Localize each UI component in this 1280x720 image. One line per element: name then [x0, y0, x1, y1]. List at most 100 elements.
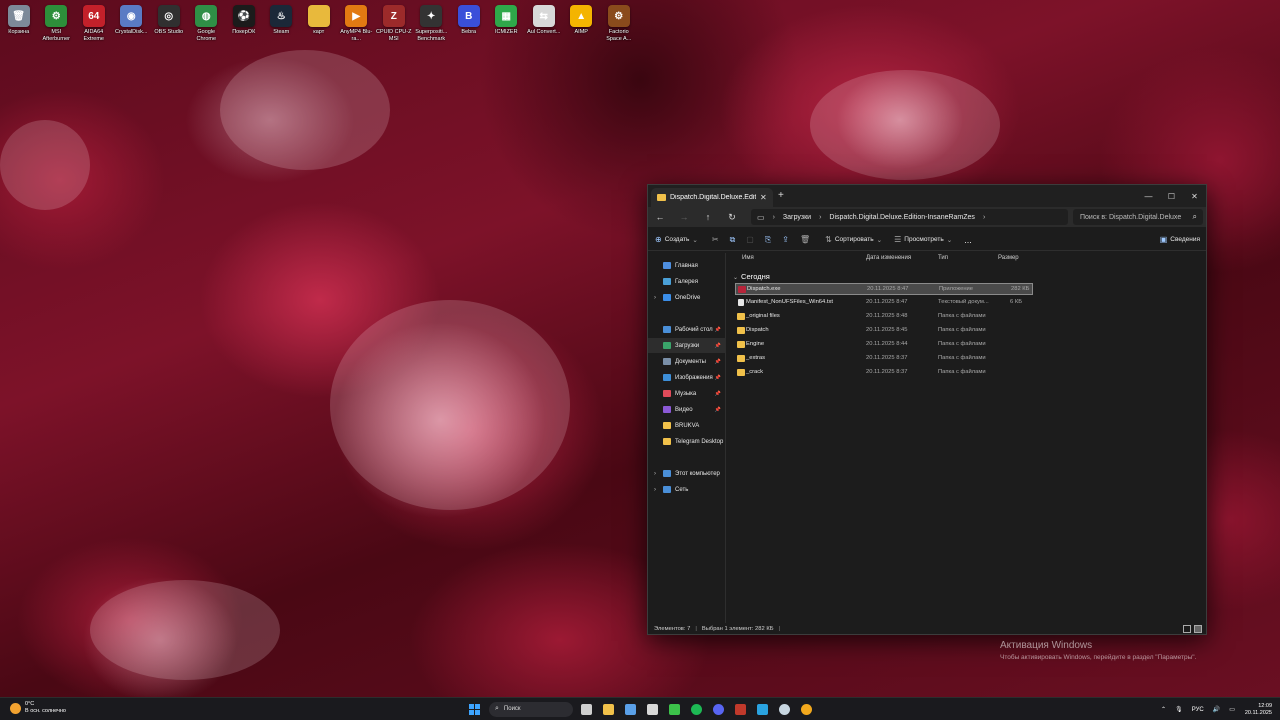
downloads-icon: [663, 342, 671, 349]
sidebar-item[interactable]: Загрузки 📌: [648, 338, 726, 353]
chevron-right-icon[interactable]: ›: [651, 487, 659, 493]
download-app-icon[interactable]: [665, 700, 683, 718]
delete-button[interactable]: 🗑: [800, 235, 813, 244]
sidebar-item[interactable]: Музыка 📌: [648, 386, 726, 401]
desktop-icon[interactable]: 🗑 Корзина: [0, 2, 38, 48]
back-arrow-icon[interactable]: ←: [648, 212, 672, 222]
chevron-right-icon[interactable]: ›: [651, 295, 659, 301]
group-header-today[interactable]: ⌄ Сегодня: [733, 272, 770, 281]
sidebar-item[interactable]: Главная: [648, 258, 726, 273]
spotify-icon[interactable]: [687, 700, 705, 718]
column-header-modified[interactable]: Дата изменения: [866, 255, 911, 261]
desktop-icon[interactable]: ▶ AnyMP4 Blu-ra...: [338, 2, 376, 48]
file-row[interactable]: _extras 20.11.2025 8:37 Папка с файлами: [735, 353, 1033, 365]
maximize-button[interactable]: ☐: [1160, 185, 1183, 207]
tiles-view-icon[interactable]: [1194, 625, 1202, 633]
desktop-icon[interactable]: ◎ OBS Studio: [150, 2, 188, 48]
details-button[interactable]: ▣ Сведения: [1160, 235, 1200, 244]
share-button[interactable]: ⇪: [782, 235, 792, 244]
desktop-icon[interactable]: ✦ Superpositi... Benchmark: [413, 2, 451, 48]
cut-button[interactable]: ✂: [712, 235, 722, 244]
search-input[interactable]: Поиск в: Dispatch.Digital.Deluxe ⌕: [1073, 209, 1203, 225]
sidebar-item[interactable]: › Этот компьютер: [648, 466, 726, 481]
discord-icon[interactable]: [709, 700, 727, 718]
language-indicator[interactable]: РУС: [1192, 707, 1204, 713]
chrome-icon[interactable]: [797, 700, 815, 718]
steam-icon[interactable]: [775, 700, 793, 718]
sort-button[interactable]: ⇅ Сортировать ⌄: [825, 235, 882, 244]
minimize-button[interactable]: —: [1137, 185, 1160, 207]
desktop-icon[interactable]: ⚙ MSI Afterburner: [38, 2, 76, 48]
windows-start-icon[interactable]: [465, 700, 483, 718]
file-explorer-icon[interactable]: [599, 700, 617, 718]
sort-icon: ⇅: [825, 235, 832, 244]
column-header-size[interactable]: Размер: [998, 255, 1019, 261]
file-name: Dispatch.exe: [747, 286, 781, 292]
chevron-up-icon[interactable]: ⌃: [1161, 706, 1166, 713]
explorer-tab[interactable]: Dispatch.Digital.Deluxe.Edition ✕: [651, 188, 773, 207]
sidebar-item[interactable]: Рабочий стол 📌: [648, 322, 726, 337]
microphone-icon[interactable]: 🎙: [1175, 706, 1183, 713]
search-placeholder: Поиск в: Dispatch.Digital.Deluxe: [1080, 213, 1182, 221]
desktop-icon[interactable]: карт: [300, 2, 338, 48]
address-bar[interactable]: ▭ › Загрузки › Dispatch.Digital.Deluxe.E…: [751, 209, 1068, 225]
telegram-icon[interactable]: [753, 700, 771, 718]
sidebar-item[interactable]: Документы 📌: [648, 354, 726, 369]
details-view-icon[interactable]: [1183, 625, 1191, 633]
weather-widget[interactable]: 0°C В осн. солнечно: [10, 701, 66, 715]
close-tab-icon[interactable]: ✕: [760, 193, 767, 202]
speaker-icon[interactable]: 🔊: [1213, 706, 1220, 713]
this-pc-icon: [663, 470, 671, 477]
close-button[interactable]: ✕: [1183, 185, 1206, 207]
chevron-right-icon[interactable]: ›: [651, 471, 659, 477]
refresh-icon[interactable]: ↻: [720, 212, 744, 223]
file-row[interactable]: Dispatch.exe 20.11.2025 8:47 Приложение 282…: [735, 283, 1033, 295]
clock[interactable]: 12:09 20.11.2025: [1245, 703, 1272, 717]
up-arrow-icon[interactable]: ↑: [696, 212, 720, 222]
pokerok-icon: ⚽: [232, 5, 255, 27]
create-button[interactable]: ⊕ Создать ⌄: [655, 235, 698, 244]
sidebar-item[interactable]: › Сеть: [648, 482, 726, 497]
view-button[interactable]: ☰ Просмотреть ⌄: [894, 235, 952, 244]
sidebar-item[interactable]: Галерея: [648, 274, 726, 289]
breadcrumb-downloads[interactable]: Загрузки: [783, 214, 811, 221]
new-tab-icon[interactable]: +: [778, 190, 784, 201]
store-icon[interactable]: [621, 700, 639, 718]
media-icon[interactable]: [731, 700, 749, 718]
obs-icon[interactable]: [643, 700, 661, 718]
file-row[interactable]: _crack 20.11.2025 8:37 Папка с файлами: [735, 367, 1033, 379]
sidebar-item[interactable]: Изображения 📌: [648, 370, 726, 385]
desktop-icon[interactable]: ◉ CrystalDisk...: [113, 2, 151, 48]
desktop-icon[interactable]: ⚽ ПокерОК: [225, 2, 263, 48]
sidebar-item[interactable]: › OneDrive: [648, 290, 726, 305]
desktop-icon[interactable]: ◍ Google Chrome: [188, 2, 226, 48]
sidebar-item[interactable]: Telegram Desktop: [648, 434, 726, 449]
rename-button[interactable]: ⎘: [765, 235, 774, 245]
column-header-type[interactable]: Тип: [938, 255, 948, 261]
forward-arrow-icon[interactable]: →: [672, 212, 696, 222]
task-view-icon[interactable]: [577, 700, 595, 718]
file-row[interactable]: _original files 20.11.2025 8:48 Папка с фа…: [735, 311, 1033, 323]
details-pane-icon: ▣: [1159, 235, 1168, 244]
copy-button[interactable]: ⧉: [730, 235, 739, 245]
file-row[interactable]: Dispatch 20.11.2025 8:45 Папка с файлами: [735, 325, 1033, 337]
desktop-icon[interactable]: ▦ ICMIZER: [488, 2, 526, 48]
breadcrumb-folder[interactable]: Dispatch.Digital.Deluxe.Edition-InsaneRa…: [829, 214, 975, 221]
file-row[interactable]: Manifest_NonUFSFiles_Win64.txt 20.11.2025…: [735, 297, 1033, 309]
desktop-icon[interactable]: ⇆ Aul Convert...: [525, 2, 563, 48]
monitor-icon[interactable]: ▭: [1229, 706, 1235, 713]
taskbar-search-input[interactable]: ⌕ Поиск: [489, 701, 573, 717]
desktop-icon[interactable]: ▲ AIMP: [563, 2, 601, 48]
desktop-icon[interactable]: Z CPUID CPU-Z MSI: [375, 2, 413, 48]
sidebar-item[interactable]: Видео 📌: [648, 402, 726, 417]
desktop-icon[interactable]: 64 AIDA64 Extreme: [75, 2, 113, 48]
chevron-down-icon: ⌄: [946, 236, 953, 244]
desktop-icon[interactable]: ⚙ Factorio Space A...: [600, 2, 638, 48]
paste-button[interactable]: ▢: [746, 235, 757, 244]
desktop-icon[interactable]: B Bebra: [450, 2, 488, 48]
sidebar-item[interactable]: BRUKVA: [648, 418, 726, 433]
desktop-icon[interactable]: ♨ Steam: [263, 2, 301, 48]
file-row[interactable]: Engine 20.11.2025 8:44 Папка с файлами: [735, 339, 1033, 351]
more-options-button[interactable]: ...: [964, 235, 972, 245]
column-header-name[interactable]: Имя: [742, 255, 754, 261]
